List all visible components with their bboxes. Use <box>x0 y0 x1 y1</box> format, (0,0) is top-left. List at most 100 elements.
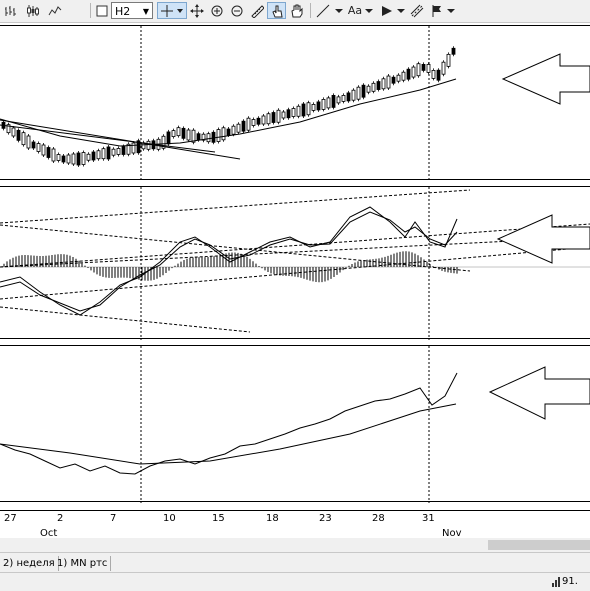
font-tool-button[interactable]: Aa <box>346 2 364 19</box>
candle-body <box>301 103 306 117</box>
price-chart-panel[interactable] <box>0 25 590 181</box>
flag-icon[interactable] <box>428 2 446 19</box>
indicator-line <box>0 372 458 475</box>
candle-body <box>381 78 386 90</box>
axis-tick: 18 <box>266 513 279 524</box>
status-text: 91. <box>562 576 578 587</box>
candle-body <box>341 95 346 102</box>
candle-body <box>316 101 321 111</box>
connection-bars-icon <box>552 577 560 587</box>
candle-body <box>276 109 281 123</box>
trendline <box>0 223 590 268</box>
candle-body <box>401 71 406 81</box>
candle-body <box>56 154 61 161</box>
candle-body <box>111 148 116 156</box>
candle-body <box>86 153 91 161</box>
price-chart-svg <box>0 26 590 181</box>
chart-tabs: 2) неделя 1) MN ртс <box>0 552 590 573</box>
chevron-down-icon[interactable] <box>396 2 406 19</box>
candle-body <box>241 120 246 132</box>
candle-body <box>421 64 426 71</box>
axis-tick: 15 <box>212 513 225 524</box>
tab-week[interactable]: 2) неделя <box>0 556 59 571</box>
hand-cursor-icon[interactable] <box>267 2 286 19</box>
candle-body <box>271 112 276 123</box>
candle-body <box>116 148 121 155</box>
candle-body <box>296 105 301 117</box>
line-chart-icon[interactable] <box>46 2 64 19</box>
trendline <box>0 306 251 333</box>
toolbar-separator <box>310 3 311 18</box>
candle-body <box>246 117 251 131</box>
candle-body <box>31 141 36 149</box>
candle-body <box>321 99 326 110</box>
candle-body <box>376 81 381 90</box>
candles-icon[interactable] <box>24 2 42 19</box>
candle-body <box>16 129 21 141</box>
bar-chart-icon[interactable] <box>2 2 20 19</box>
zoom-out-icon[interactable] <box>228 2 246 19</box>
indicator-panel[interactable] <box>0 345 590 503</box>
candle-body <box>231 125 236 135</box>
hand-icon[interactable] <box>288 2 306 19</box>
candle-body <box>441 61 446 75</box>
candle-body <box>66 154 71 164</box>
arrow-marker <box>501 53 590 105</box>
oscillator-panel[interactable] <box>0 186 590 340</box>
candle-body <box>291 108 296 117</box>
toolbar-separator <box>90 3 91 18</box>
candle-body <box>71 153 76 165</box>
candle-body <box>406 68 411 80</box>
chevron-down-icon: ▼ <box>142 7 149 16</box>
chevron-down-icon[interactable] <box>364 2 374 19</box>
candle-body <box>221 127 226 141</box>
candle-body <box>396 74 401 82</box>
trendline <box>0 189 471 224</box>
candle-body <box>21 132 26 146</box>
line-tool-icon[interactable] <box>314 2 332 19</box>
chevron-down-icon[interactable] <box>334 2 344 19</box>
scrollbar-thumb[interactable] <box>488 540 590 550</box>
candle-body <box>226 128 231 136</box>
axis-tick: 7 <box>110 513 117 524</box>
crosshair-button[interactable] <box>157 2 187 19</box>
timeframe-select[interactable]: H2 ▼ <box>111 2 153 19</box>
timeframe-value: H2 <box>115 5 131 18</box>
candle-body <box>216 129 221 142</box>
ruler-icon[interactable] <box>248 2 266 19</box>
candle-body <box>446 53 451 67</box>
candle-body <box>76 152 81 166</box>
candle-body <box>361 84 366 98</box>
candle-body <box>451 47 456 55</box>
candle-body <box>96 150 101 160</box>
candle-body <box>426 64 431 73</box>
axis-tick: 31 <box>422 513 435 524</box>
candle-body <box>106 146 111 160</box>
horizontal-scrollbar[interactable] <box>0 538 590 552</box>
tab-mn-rts[interactable]: 1) MN ртс <box>54 556 112 571</box>
move-icon[interactable] <box>188 2 206 19</box>
candle-body <box>171 130 176 137</box>
candle-body <box>91 151 96 161</box>
arrow-tool-icon[interactable] <box>378 2 396 19</box>
candle-body <box>436 69 441 81</box>
candle-body <box>51 148 56 162</box>
candle-body <box>251 119 256 126</box>
axis-tick: 2 <box>57 513 64 524</box>
candle-body <box>256 117 261 125</box>
candle-body <box>11 127 16 137</box>
chart-toolbar: H2 ▼ Aa <box>0 0 590 23</box>
channel-tool-icon[interactable] <box>408 2 426 19</box>
candle-body <box>266 113 271 125</box>
arrow-marker <box>488 366 590 420</box>
candle-body <box>261 115 266 125</box>
candle-body <box>326 97 331 109</box>
candle-body <box>311 104 316 111</box>
candle-body <box>26 135 31 149</box>
chevron-down-icon[interactable] <box>446 2 456 19</box>
time-axis: 27 2 7 10 15 18 23 28 31 Oct Nov <box>0 510 590 539</box>
chart-tab-icon[interactable] <box>95 2 109 19</box>
trendline <box>0 236 590 268</box>
zoom-in-icon[interactable] <box>208 2 226 19</box>
candle-body <box>411 66 416 78</box>
